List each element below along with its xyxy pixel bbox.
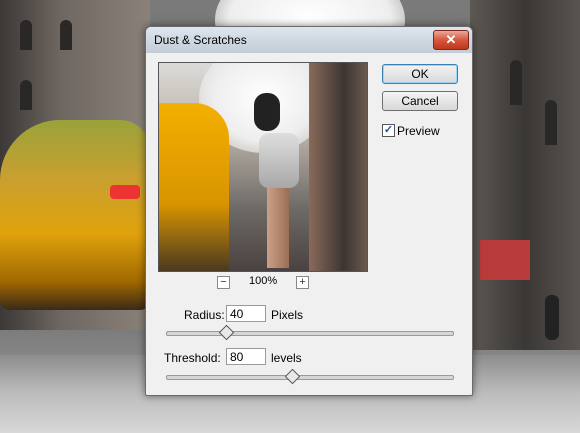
threshold-slider-thumb[interactable] <box>284 368 301 385</box>
zoom-in-button[interactable]: + <box>296 276 309 289</box>
close-button[interactable]: ✕ <box>433 30 469 50</box>
preview-label: Preview <box>397 124 440 138</box>
checkmark-icon: ✓ <box>383 124 394 136</box>
threshold-slider-track[interactable] <box>166 375 454 380</box>
bg-taxi <box>0 120 150 310</box>
ok-button[interactable]: OK <box>382 64 458 84</box>
preview-dress <box>259 133 299 188</box>
bg-pedestrian <box>545 295 559 340</box>
zoom-out-button[interactable]: − <box>217 276 230 289</box>
filter-preview-image[interactable] <box>158 62 368 272</box>
bg-awning <box>480 240 530 280</box>
radius-label: Radius: <box>184 308 225 322</box>
preview-checkbox[interactable]: ✓ <box>382 124 395 137</box>
bg-window <box>60 20 72 50</box>
bg-window <box>545 100 557 145</box>
threshold-input[interactable]: 80 <box>226 348 266 365</box>
plus-icon: + <box>299 276 306 288</box>
bg-window <box>20 80 32 110</box>
minus-icon: − <box>220 276 227 288</box>
dust-scratches-dialog: Dust & Scratches ✕ − 100% + OK Cancel ✓ … <box>145 26 473 396</box>
preview-building <box>309 63 367 271</box>
bg-building-right <box>470 0 580 350</box>
radius-unit: Pixels <box>271 308 304 322</box>
bg-window <box>20 20 32 50</box>
radius-slider-track[interactable] <box>166 331 454 336</box>
preview-legs <box>267 188 289 268</box>
threshold-unit: levels <box>271 351 302 365</box>
cancel-button[interactable]: Cancel <box>382 91 458 111</box>
preview-taxi <box>159 103 229 271</box>
close-icon: ✕ <box>445 32 457 47</box>
threshold-label: Threshold: <box>164 351 221 365</box>
dialog-title: Dust & Scratches <box>154 33 247 47</box>
zoom-level: 100% <box>249 275 278 287</box>
preview-hair <box>254 93 280 131</box>
radius-input[interactable]: 40 <box>226 305 266 322</box>
radius-slider-thumb[interactable] <box>218 324 235 341</box>
bg-taxi-light <box>110 185 140 199</box>
dialog-titlebar[interactable]: Dust & Scratches ✕ <box>146 27 472 53</box>
bg-window <box>510 60 522 105</box>
